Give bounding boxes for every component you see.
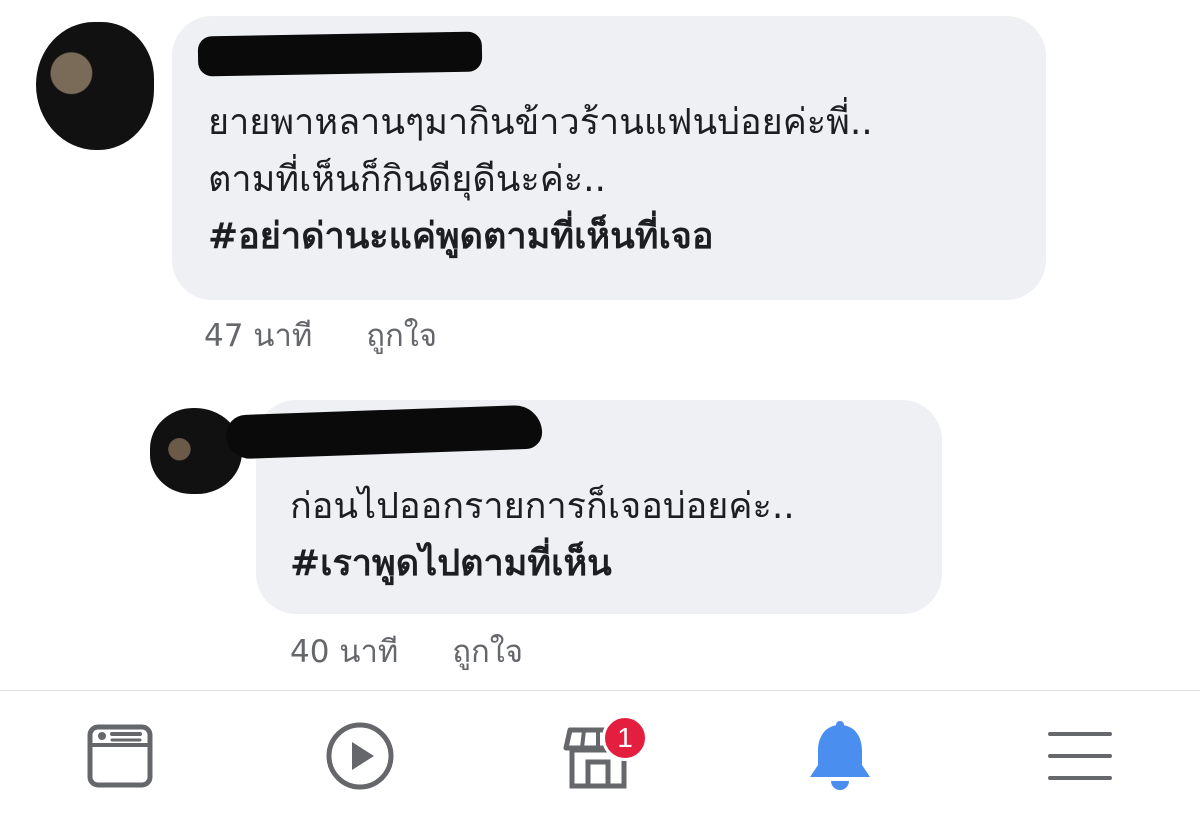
nav-menu[interactable] bbox=[1010, 691, 1150, 820]
hashtag-link[interactable]: #อย่าด่านะแค่พูดตามที่เห็นที่เจอ bbox=[208, 208, 873, 265]
comment-timestamp[interactable]: 40 นาที bbox=[290, 634, 398, 670]
nav-notifications[interactable] bbox=[770, 691, 910, 820]
commenter-name-redacted[interactable] bbox=[197, 31, 483, 77]
nav-news-feed[interactable] bbox=[50, 691, 190, 820]
hamburger-menu-icon bbox=[1048, 731, 1112, 780]
nav-watch[interactable] bbox=[290, 691, 430, 820]
bottom-navigation-bar: 1 bbox=[0, 691, 1200, 820]
nav-marketplace[interactable]: 1 bbox=[528, 691, 668, 820]
news-feed-icon bbox=[87, 724, 153, 787]
comment-line: ก่อนไปออกรายการก็เจอบ่อยค่ะ.. bbox=[290, 486, 795, 527]
comment-meta: 47 นาที ถูกใจ bbox=[204, 310, 437, 360]
comment-line: ยายพาหลานๆมากินข้าวร้านแฟนบ่อยค่ะพี่.. bbox=[208, 102, 873, 143]
comment-body: ก่อนไปออกรายการก็เจอบ่อยค่ะ.. #เราพูดไปต… bbox=[290, 478, 795, 592]
commenter-avatar-redacted[interactable] bbox=[36, 22, 154, 150]
like-button[interactable]: ถูกใจ bbox=[452, 634, 523, 670]
comment-timestamp[interactable]: 47 นาที bbox=[204, 318, 312, 354]
comment-body: ยายพาหลานๆมากินข้าวร้านแฟนบ่อยค่ะพี่.. ต… bbox=[208, 94, 873, 265]
comment-line: ตามที่เห็นก็กินดียุดีนะค่ะ.. bbox=[208, 159, 607, 200]
comment-meta: 40 นาที ถูกใจ bbox=[290, 626, 523, 676]
watch-icon bbox=[326, 722, 394, 789]
notification-count-badge: 1 bbox=[602, 715, 648, 761]
like-button[interactable]: ถูกใจ bbox=[366, 318, 437, 354]
hashtag-link[interactable]: #เราพูดไปตามที่เห็น bbox=[290, 535, 795, 592]
commenter-avatar-redacted[interactable] bbox=[150, 408, 242, 494]
bell-icon bbox=[810, 720, 870, 790]
